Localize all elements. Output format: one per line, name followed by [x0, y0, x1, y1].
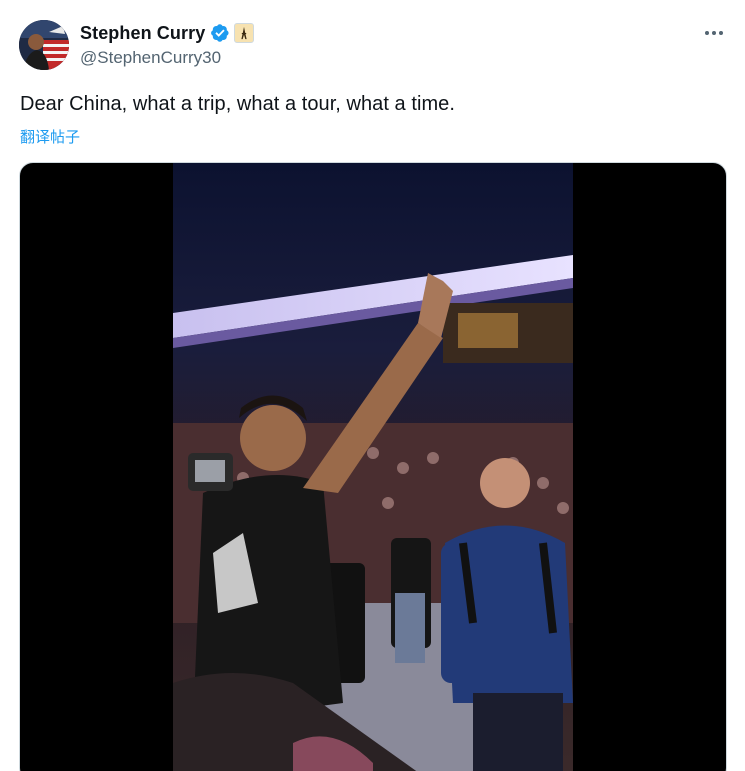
more-options-icon[interactable] [703, 22, 725, 44]
display-name[interactable]: Stephen Curry [80, 23, 205, 44]
author-handle[interactable]: @StephenCurry30 [80, 48, 221, 68]
tweet-text: Dear China, what a trip, what a tour, wh… [20, 93, 455, 115]
tweet-video[interactable] [19, 162, 727, 771]
author-name-row: Stephen Curry [80, 22, 255, 44]
avatar-image [19, 20, 69, 70]
tweet-card: Stephen Curry @StephenCurry30 Dear China… [0, 0, 745, 771]
video-still-image [173, 163, 573, 771]
tower-icon [241, 26, 247, 40]
verified-badge-icon [211, 24, 229, 42]
affiliate-badge-icon[interactable] [234, 23, 255, 43]
translate-link[interactable]: 翻译帖子 [20, 126, 80, 147]
avatar[interactable] [19, 20, 69, 70]
video-frame[interactable] [173, 163, 573, 771]
